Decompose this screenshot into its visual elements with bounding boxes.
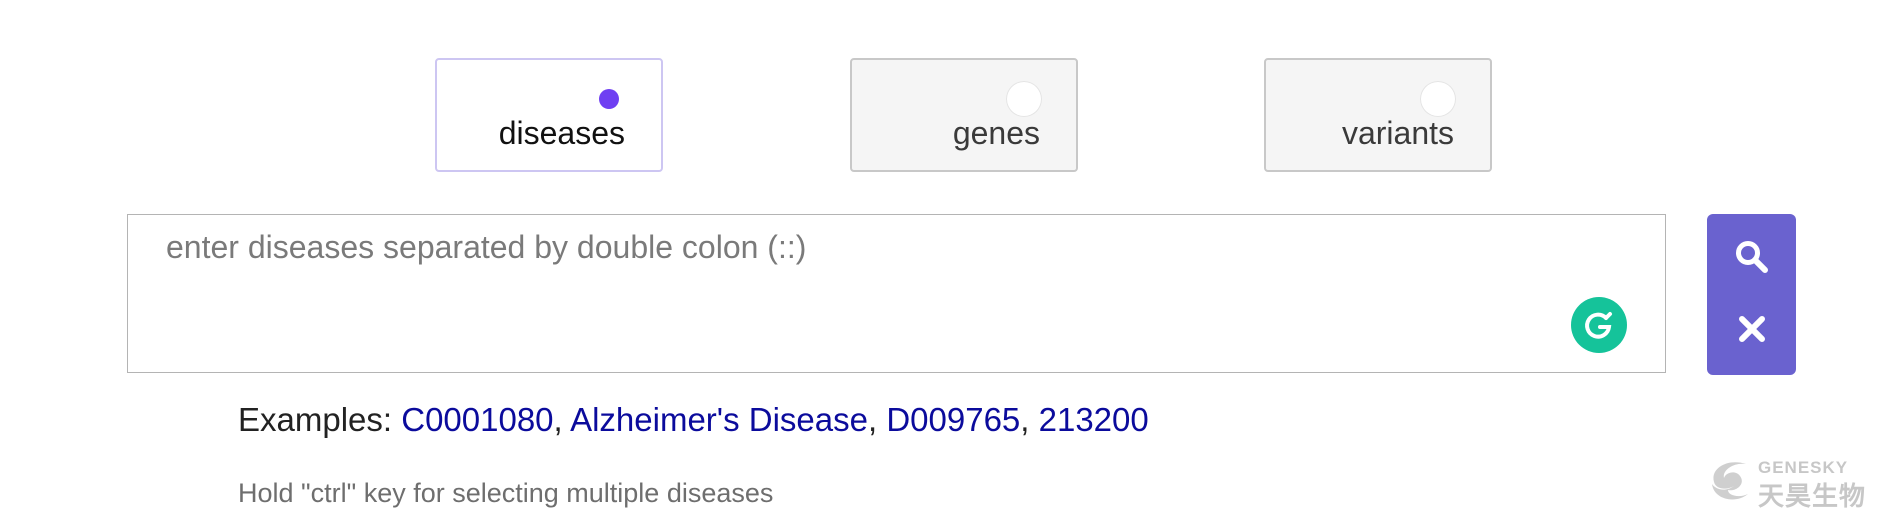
search-box bbox=[127, 214, 1666, 373]
type-option-genes[interactable]: genes bbox=[850, 58, 1078, 172]
example-separator: , bbox=[553, 401, 563, 438]
search-icon bbox=[1735, 241, 1768, 273]
multi-select-hint: Hold "ctrl" key for selecting multiple d… bbox=[238, 478, 774, 508]
search-action-panel bbox=[1707, 214, 1796, 375]
search-button[interactable] bbox=[1707, 222, 1796, 292]
example-link[interactable]: Alzheimer's Disease bbox=[570, 401, 868, 438]
type-option-label: genes bbox=[952, 115, 1040, 151]
watermark-brand-cn: 天昊生物 bbox=[1758, 481, 1867, 511]
example-link[interactable]: C0001080 bbox=[401, 401, 553, 438]
example-link[interactable]: 213200 bbox=[1039, 401, 1149, 438]
examples-prefix: Examples: bbox=[238, 401, 393, 438]
watermark-brand-en: GENESKY bbox=[1758, 458, 1849, 477]
example-separator: , bbox=[867, 401, 878, 438]
radio-button[interactable] bbox=[1006, 81, 1042, 117]
close-icon bbox=[1738, 316, 1765, 342]
type-option-label: variants bbox=[1341, 115, 1454, 151]
radio-button[interactable] bbox=[1420, 81, 1456, 117]
grammarly-icon[interactable] bbox=[1571, 297, 1627, 353]
example-separator: , bbox=[1020, 401, 1030, 438]
type-option-label: diseases bbox=[498, 115, 625, 151]
genesky-logo-icon bbox=[1712, 462, 1748, 500]
search-input[interactable] bbox=[128, 215, 1665, 372]
examples-line: Examples: C0001080, Alzheimer's Disease,… bbox=[238, 401, 1149, 439]
clear-button[interactable] bbox=[1707, 294, 1796, 364]
type-option-diseases[interactable]: diseases bbox=[435, 58, 663, 172]
type-option-variants[interactable]: variants bbox=[1264, 58, 1492, 172]
example-link[interactable]: D009765 bbox=[886, 401, 1020, 438]
genesky-watermark: GENESKY 天昊生物 bbox=[1706, 456, 1870, 511]
radio-button-selected[interactable] bbox=[591, 81, 627, 117]
